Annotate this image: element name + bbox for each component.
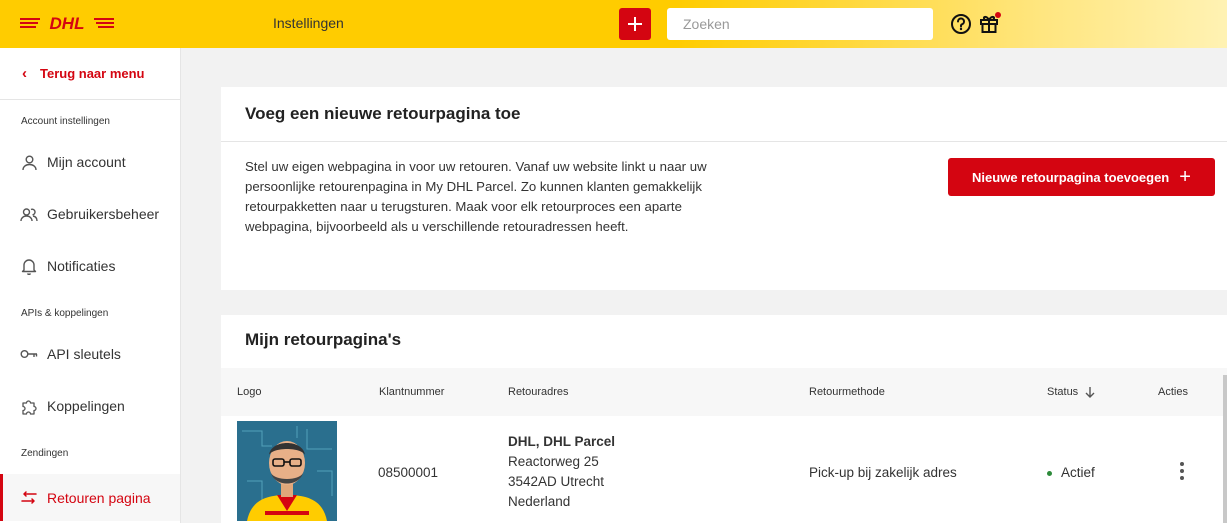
more-actions-icon[interactable]: [1178, 462, 1186, 482]
section-account-settings: Account instellingen: [21, 116, 110, 127]
column-return-address: Retouradres: [508, 386, 569, 398]
column-actions: Acties: [1158, 386, 1188, 398]
sidebar-item-label: Mijn account: [47, 154, 126, 170]
status-label: Actief: [1061, 465, 1095, 480]
return-icon: [20, 489, 38, 507]
sort-arrow-down-icon: [1085, 387, 1095, 398]
column-logo: Logo: [237, 386, 262, 398]
card-title: Voeg een nieuwe retourpagina toe: [245, 104, 521, 123]
logo-text: DHL: [50, 14, 85, 32]
divider: [221, 141, 1227, 142]
table-header: Logo Klantnummer Retouradres Retourmetho…: [221, 368, 1227, 416]
status-badge: Actief: [1047, 465, 1095, 480]
back-to-menu-link[interactable]: ‹ Terug naar menu: [0, 48, 180, 100]
sidebar-item-notifications[interactable]: Notificaties: [0, 246, 180, 286]
section-shipments: Zendingen: [21, 448, 69, 459]
page-title: Instellingen: [273, 15, 344, 31]
puzzle-icon: [20, 397, 38, 415]
address-street: Reactorweg 25: [508, 454, 599, 469]
add-return-page-card: Voeg een nieuwe retourpagina toe Stel uw…: [221, 87, 1227, 290]
sidebar-item-label: API sleutels: [47, 346, 121, 362]
button-label: Nieuwe retourpagina toevoegen: [972, 169, 1170, 185]
status-dot: [1047, 470, 1052, 476]
address-company: DHL, DHL Parcel: [508, 434, 616, 449]
address-country: Nederland: [508, 494, 571, 509]
sidebar-item-label: Notificaties: [47, 258, 116, 274]
user-icon: [20, 153, 38, 171]
column-return-method: Retourmethode: [809, 386, 885, 398]
key-icon: [20, 345, 38, 363]
sidebar-item-integrations[interactable]: Koppelingen: [0, 386, 180, 426]
my-return-pages-card: Mijn retourpagina's Logo Klantnummer Ret…: [221, 315, 1227, 523]
sidebar-item-returns-page[interactable]: Retouren pagina: [0, 474, 180, 521]
scrollbar[interactable]: [1223, 375, 1227, 523]
address-city: 3542AD Utrecht: [508, 474, 605, 489]
return-method: Pick-up bij zakelijk adres: [809, 465, 957, 480]
card-title: Mijn retourpagina's: [245, 330, 402, 349]
sidebar-item-user-management[interactable]: Gebruikersbeheer: [0, 194, 180, 234]
section-apis: APIs & koppelingen: [21, 308, 109, 319]
bell-icon: [20, 257, 38, 275]
table-row[interactable]: 08500001 DHL, DHL Parcel Reactorweg 25 3…: [221, 416, 1227, 523]
plus-icon: [628, 17, 642, 31]
dhl-logo[interactable]: DHL: [20, 14, 114, 32]
sidebar-item-label: Koppelingen: [47, 398, 125, 414]
users-icon: [20, 205, 38, 223]
create-button[interactable]: [619, 8, 651, 40]
back-link-label: Terug naar menu: [40, 66, 145, 81]
column-status-label: Status: [1047, 386, 1079, 398]
column-status[interactable]: Status: [1047, 386, 1095, 398]
top-bar: DHL Instellingen: [0, 0, 1227, 48]
sidebar-item-api-keys[interactable]: API sleutels: [0, 334, 180, 374]
logo-image: [237, 421, 337, 521]
customer-number: 08500001: [378, 465, 439, 480]
sidebar-item-label: Retouren pagina: [47, 489, 151, 506]
chevron-left-icon: ‹: [22, 65, 27, 82]
sidebar-item-my-account[interactable]: Mijn account: [0, 142, 180, 182]
column-customer-number: Klantnummer: [379, 386, 445, 398]
add-return-page-button[interactable]: Nieuwe retourpagina toevoegen +: [948, 158, 1215, 196]
card-description: Stel uw eigen webpagina in voor uw retou…: [245, 159, 707, 234]
search-input[interactable]: [667, 8, 933, 40]
plus-icon: +: [1179, 166, 1191, 188]
help-icon[interactable]: [950, 13, 972, 35]
return-address: DHL, DHL Parcel Reactorweg 25 3542AD Utr…: [508, 432, 615, 512]
sidebar: ‹ Terug naar menu Account instellingen M…: [0, 48, 181, 523]
sidebar-item-label: Gebruikersbeheer: [47, 206, 160, 222]
notification-dot: [995, 12, 1001, 18]
